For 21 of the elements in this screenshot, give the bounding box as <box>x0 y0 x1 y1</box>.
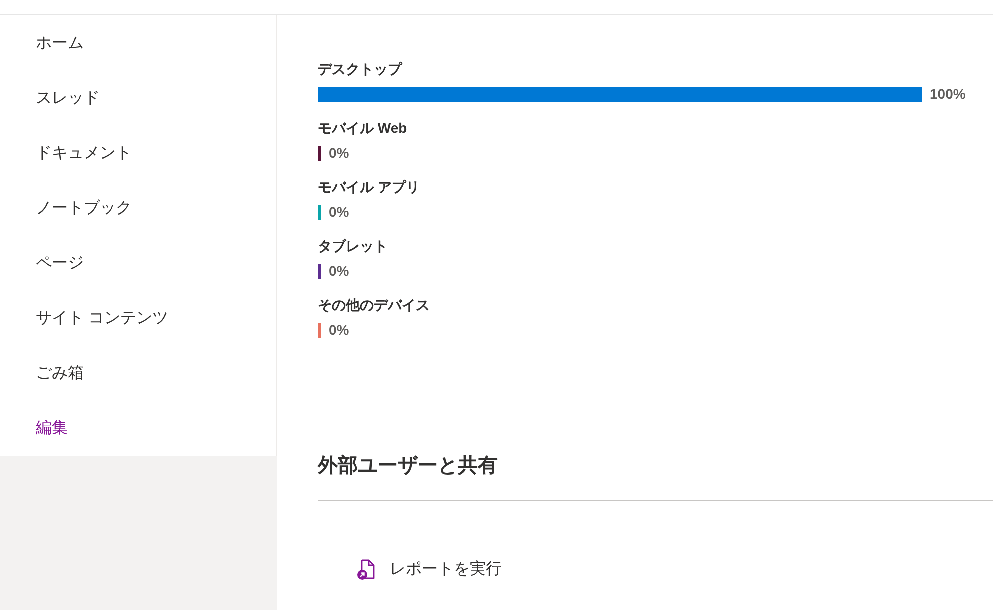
nav-link[interactable]: ドキュメント <box>36 143 132 165</box>
nav-link[interactable]: ごみ箱 <box>36 363 84 385</box>
run-report-link[interactable]: レポートを実行 <box>357 559 502 581</box>
nav-link[interactable]: スレッド <box>36 88 100 110</box>
device-label: タブレット <box>318 237 388 256</box>
nav-link[interactable]: ホーム <box>36 33 84 55</box>
device-label: デスクトップ <box>318 60 402 79</box>
device-label: モバイル Web <box>318 119 408 138</box>
percentage-text: 100% <box>930 85 966 104</box>
nav-link[interactable]: ページ <box>36 253 84 275</box>
section-heading: 外部ユーザーと共有 <box>318 454 498 479</box>
device-label: その他のデバイス <box>318 296 430 315</box>
percentage-text: 0% <box>329 262 350 281</box>
nav-link[interactable]: ノートブック <box>36 198 132 220</box>
edit-link[interactable]: 編集 <box>36 418 68 440</box>
percentage-text: 0% <box>329 321 350 340</box>
device-label: モバイル アプリ <box>318 178 420 197</box>
percentage-text: 0% <box>329 144 350 163</box>
document-icon <box>357 559 376 581</box>
percentage-text: 0% <box>329 203 350 222</box>
nav-link[interactable]: サイト コンテンツ <box>36 308 168 330</box>
